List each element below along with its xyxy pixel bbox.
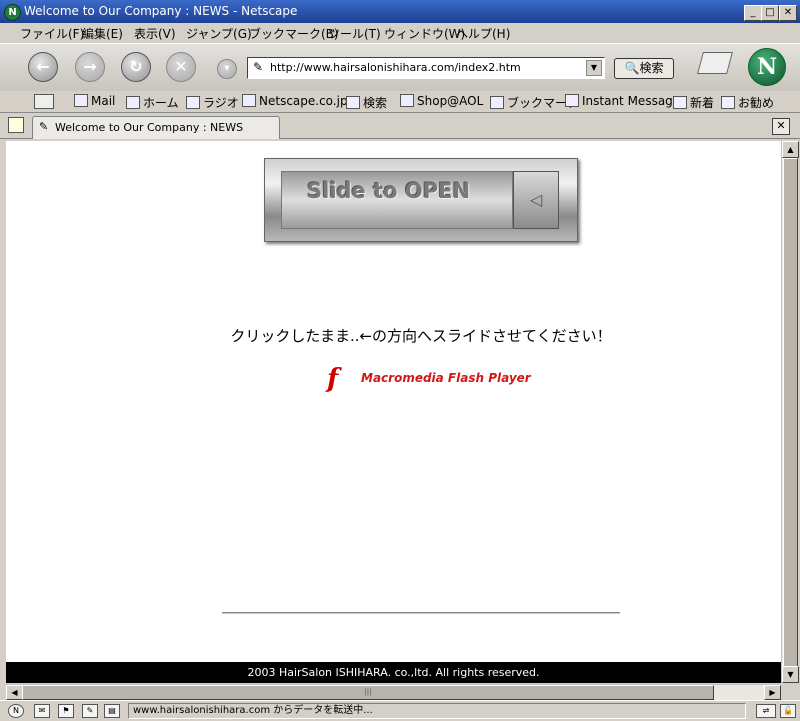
status-text: www.hairsalonishihara.com からデータを転送中...: [128, 703, 746, 719]
menu-bar: ファイル(F) 編集(E) 表示(V) ジャンプ(G) ブックマーク(B) ツー…: [0, 23, 800, 43]
bookmark-link-icon: [673, 96, 687, 109]
window-title: Welcome to Our Company : NEWS - Netscape: [24, 4, 298, 18]
menu-go[interactable]: ジャンプ(G): [186, 25, 252, 42]
back-arrow-icon: ←: [36, 57, 50, 76]
page-icon: ✎: [39, 120, 49, 133]
url-dropdown-button[interactable]: ▼: [586, 60, 602, 76]
aim-icon[interactable]: ⚑: [58, 704, 74, 718]
scroll-down-button[interactable]: ▼: [782, 666, 799, 683]
toolbar-item-mail[interactable]: Mail: [74, 94, 115, 108]
title-bar: N Welcome to Our Company : NEWS - Netsca…: [0, 0, 800, 23]
url-input[interactable]: http://www.hairsalonishihara.com/index2.…: [270, 61, 521, 74]
menu-file[interactable]: ファイル(F): [20, 25, 84, 42]
close-tab-button[interactable]: ✕: [772, 118, 790, 135]
forward-arrow-icon: →: [83, 57, 97, 76]
print-icon[interactable]: [697, 52, 733, 74]
toolbar-item-search[interactable]: 検索: [346, 94, 387, 111]
toolbar-item-instant-message[interactable]: Instant Message: [565, 94, 680, 108]
menu-window[interactable]: ウィンドウ(W): [384, 25, 465, 42]
tab-bar: ✎ Welcome to Our Company : NEWS ✕: [0, 113, 800, 139]
toolbar-item-home[interactable]: ホーム: [126, 94, 179, 111]
new-tab-icon[interactable]: [8, 117, 24, 133]
toolbar-item-netscape[interactable]: Netscape.co.jp: [242, 94, 348, 108]
page-content: Slide to OPEN ◁ クリックしたまま..←の方向へスライドさせてくだ…: [6, 141, 781, 683]
horizontal-scroll-thumb[interactable]: |||: [22, 685, 714, 700]
netscape-logo[interactable]: N: [748, 48, 786, 86]
bookmark-link-icon: [721, 96, 735, 109]
minimize-button[interactable]: _: [744, 5, 762, 21]
toolbar-item-new[interactable]: 新着: [673, 94, 714, 111]
history-dropdown-button[interactable]: ▾: [217, 59, 237, 79]
bookmark-link-icon: [565, 94, 579, 107]
menu-help[interactable]: ヘルプ(H): [456, 25, 510, 42]
toolbar-item-shop-aol[interactable]: Shop@AOL: [400, 94, 483, 108]
home-icon: [126, 96, 140, 109]
tab-welcome[interactable]: ✎ Welcome to Our Company : NEWS: [32, 116, 280, 139]
forward-button[interactable]: →: [75, 52, 105, 82]
slider-handle[interactable]: ◁: [513, 171, 559, 229]
slider-text: Slide to OPEN: [307, 179, 471, 203]
aol-icon: [400, 94, 414, 107]
security-lock-icon[interactable]: 🔓: [780, 704, 796, 718]
scroll-right-button[interactable]: ▶: [764, 685, 781, 700]
reload-button[interactable]: ↻: [121, 52, 151, 82]
vertical-scrollbar[interactable]: ▲ ▼: [781, 141, 799, 683]
magnifier-icon: [346, 96, 360, 109]
toolbar-item-recommended[interactable]: お勧め: [721, 94, 774, 111]
menu-edit[interactable]: 編集(E): [82, 25, 123, 42]
close-button[interactable]: ✕: [779, 5, 797, 21]
sidebar-toggle-icon[interactable]: [34, 94, 54, 109]
flash-player-link[interactable]: Macromedia Flash Player: [361, 371, 531, 385]
navigation-toolbar: ← → ↻ ✕ ▾ ✎ http://www.hairsalonishihara…: [0, 43, 800, 93]
flash-logo-icon[interactable]: f: [327, 366, 347, 392]
divider: [222, 612, 620, 614]
menu-bookmarks[interactable]: ブックマーク(B): [249, 25, 339, 42]
horizontal-scrollbar[interactable]: ◀ ||| ▶: [6, 684, 781, 700]
maximize-button[interactable]: □: [761, 5, 779, 21]
address-book-icon[interactable]: ▤: [104, 704, 120, 718]
reload-icon: ↻: [129, 57, 143, 76]
slide-to-open-flash[interactable]: Slide to OPEN ◁: [264, 158, 578, 242]
search-button-label: 検索: [639, 61, 664, 75]
page-proxy-icon: ✎: [253, 60, 264, 74]
menu-tools[interactable]: ツール(T): [328, 25, 381, 42]
vertical-scroll-thumb[interactable]: [783, 158, 798, 667]
headphones-icon: [186, 96, 200, 109]
netscape-app-icon[interactable]: N: [4, 4, 21, 21]
scroll-up-button[interactable]: ▲: [782, 141, 799, 158]
chevron-down-icon: ▾: [224, 63, 230, 74]
close-icon: ✕: [776, 119, 786, 132]
instruction-text: クリックしたまま..←の方向へスライドさせてください！: [230, 327, 612, 345]
copyright-footer: 2003 HairSalon ISHIHARA. co.,ltd. All ri…: [6, 662, 781, 683]
personal-toolbar: Mail ホーム ラジオ Netscape.co.jp 検索 Shop@AOL …: [0, 91, 800, 113]
scroll-left-button[interactable]: ◀: [6, 685, 23, 700]
search-button[interactable]: 🔍検索: [614, 58, 674, 79]
online-status-icon[interactable]: ⇌: [756, 704, 776, 718]
netscape-status-icon[interactable]: N: [8, 704, 24, 718]
menu-view[interactable]: 表示(V): [134, 25, 176, 42]
tab-label: Welcome to Our Company : NEWS: [55, 121, 244, 134]
stop-button[interactable]: ✕: [166, 52, 196, 82]
my-netscape-icon: [242, 94, 256, 107]
back-button[interactable]: ←: [28, 52, 58, 82]
toolbar-item-radio[interactable]: ラジオ: [186, 94, 239, 111]
url-bar[interactable]: ✎ http://www.hairsalonishihara.com/index…: [247, 57, 605, 79]
left-arrow-icon: ◁: [529, 190, 543, 209]
status-bar: N ✉ ⚑ ✎ ▤ www.hairsalonishihara.com からデー…: [0, 700, 800, 721]
stop-icon: ✕: [174, 57, 188, 76]
composer-icon[interactable]: ✎: [82, 704, 98, 718]
folder-icon: [490, 96, 504, 109]
mail-icon: [74, 94, 88, 107]
magnifier-icon: 🔍: [624, 61, 640, 75]
mail-icon[interactable]: ✉: [34, 704, 50, 718]
